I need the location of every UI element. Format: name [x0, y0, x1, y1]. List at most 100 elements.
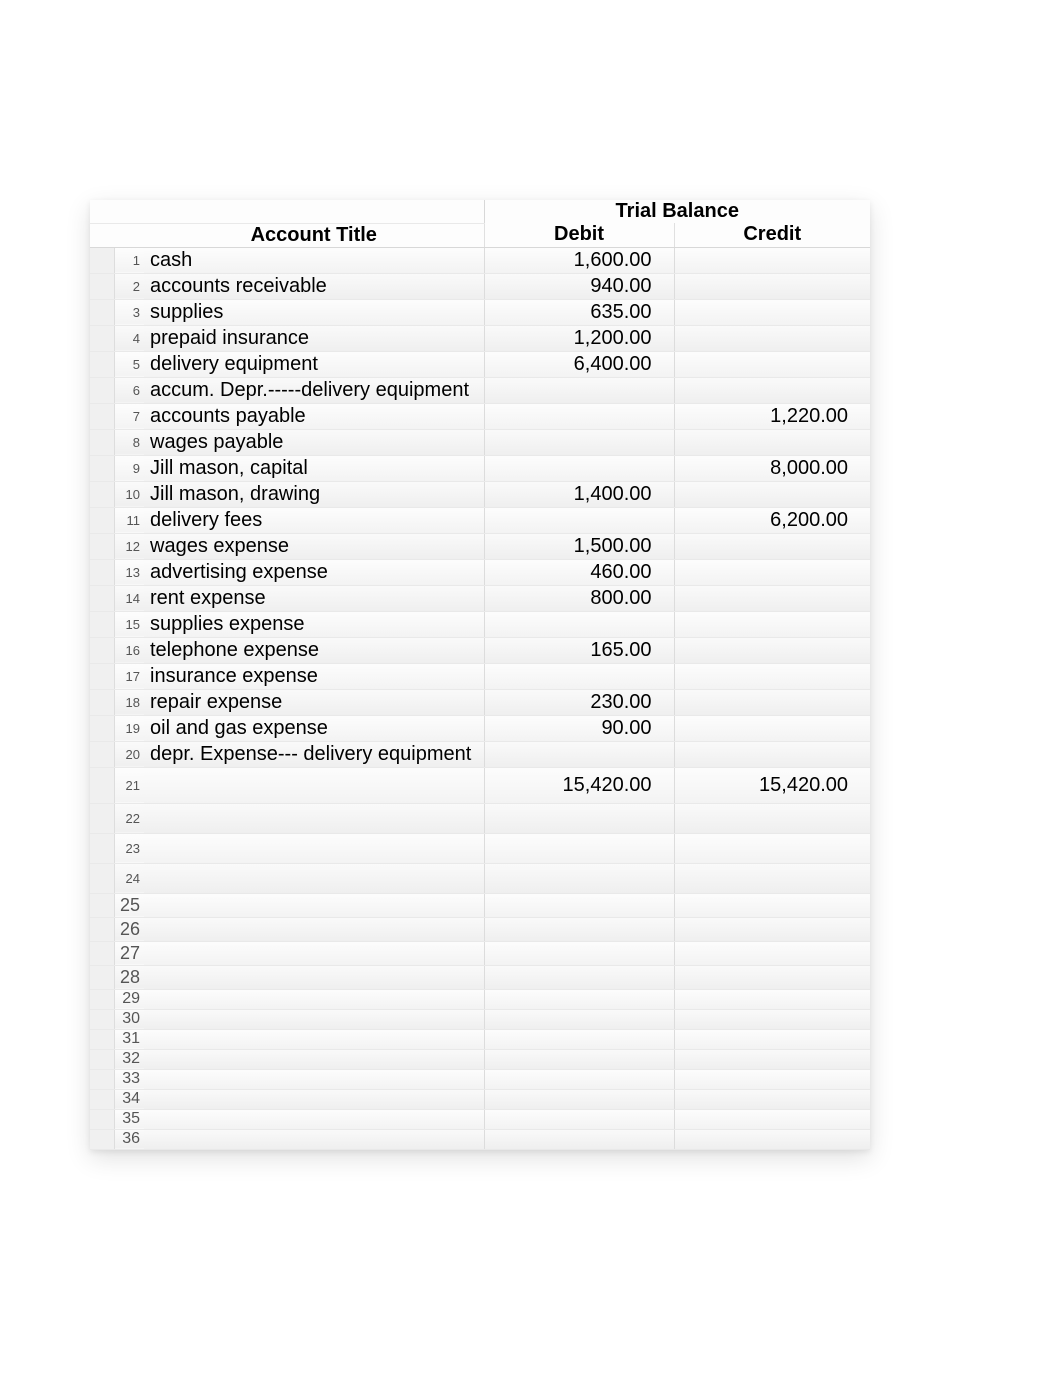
credit-cell [674, 481, 870, 507]
credit-cell [674, 377, 870, 403]
debit-cell: 1,400.00 [484, 481, 674, 507]
table-row: 29 [90, 989, 870, 1009]
account-title-cell: advertising expense [144, 559, 484, 585]
table-row: 36 [90, 1129, 870, 1149]
debit-cell: 1,200.00 [484, 325, 674, 351]
table-row: 10Jill mason, drawing1,400.00 [90, 481, 870, 507]
row-check [90, 833, 114, 863]
table-row: 5delivery equipment6,400.00 [90, 351, 870, 377]
row-check [90, 965, 114, 989]
row-number: 20 [114, 741, 144, 767]
row-number: 27 [114, 941, 144, 965]
debit-cell [484, 611, 674, 637]
credit-cell [674, 833, 870, 863]
row-number: 8 [114, 429, 144, 455]
account-title-cell [144, 893, 484, 917]
row-check [90, 689, 114, 715]
debit-cell [484, 863, 674, 893]
account-title-cell [144, 989, 484, 1009]
debit-cell [484, 965, 674, 989]
row-check [90, 403, 114, 429]
header-blank [90, 200, 114, 223]
account-title-cell: repair expense [144, 689, 484, 715]
header-blank [90, 223, 114, 247]
row-number: 24 [114, 863, 144, 893]
row-number: 25 [114, 893, 144, 917]
row-number: 17 [114, 663, 144, 689]
row-check [90, 273, 114, 299]
header-account-title: Account Title [144, 223, 484, 247]
credit-cell [674, 533, 870, 559]
row-check [90, 1069, 114, 1089]
row-check [90, 533, 114, 559]
row-check [90, 989, 114, 1009]
credit-cell [674, 247, 870, 273]
table-row: 22 [90, 803, 870, 833]
account-title-cell: depr. Expense--- delivery equipment [144, 741, 484, 767]
account-title-cell: delivery fees [144, 507, 484, 533]
row-check [90, 1089, 114, 1109]
row-number: 36 [114, 1129, 144, 1149]
row-number: 15 [114, 611, 144, 637]
table-row: 35 [90, 1109, 870, 1129]
trial-balance-table: Trial Balance Account Title Debit Credit… [90, 200, 870, 1150]
row-number: 13 [114, 559, 144, 585]
debit-cell [484, 833, 674, 863]
credit-cell [674, 637, 870, 663]
row-check [90, 663, 114, 689]
account-title-cell: supplies [144, 299, 484, 325]
credit-cell [674, 965, 870, 989]
table-row: 23 [90, 833, 870, 863]
credit-cell [674, 893, 870, 917]
account-title-cell: delivery equipment [144, 351, 484, 377]
header-blank [144, 200, 484, 223]
debit-cell [484, 893, 674, 917]
debit-cell [484, 741, 674, 767]
account-title-cell: accounts payable [144, 403, 484, 429]
debit-cell: 800.00 [484, 585, 674, 611]
debit-cell [484, 941, 674, 965]
row-number: 18 [114, 689, 144, 715]
row-number: 4 [114, 325, 144, 351]
debit-cell [484, 455, 674, 481]
table-row: 33 [90, 1069, 870, 1089]
table-row: 13advertising expense460.00 [90, 559, 870, 585]
row-check [90, 715, 114, 741]
credit-cell: 6,200.00 [674, 507, 870, 533]
row-check [90, 893, 114, 917]
debit-cell [484, 377, 674, 403]
table-row: 18repair expense230.00 [90, 689, 870, 715]
account-title-cell: telephone expense [144, 637, 484, 663]
row-number: 6 [114, 377, 144, 403]
row-number: 12 [114, 533, 144, 559]
row-check [90, 863, 114, 893]
credit-total-cell: 15,420.00 [674, 767, 870, 803]
table-row: 19oil and gas expense90.00 [90, 715, 870, 741]
account-title-cell [144, 941, 484, 965]
row-check [90, 767, 114, 803]
row-number: 22 [114, 803, 144, 833]
account-title-cell [144, 1029, 484, 1049]
row-number: 5 [114, 351, 144, 377]
account-title-cell: Jill mason, drawing [144, 481, 484, 507]
account-title-cell [144, 965, 484, 989]
debit-cell [484, 1109, 674, 1129]
table-row: 32 [90, 1049, 870, 1069]
account-title-cell [144, 767, 484, 803]
debit-cell [484, 1089, 674, 1109]
account-title-cell [144, 1009, 484, 1029]
row-number: 33 [114, 1069, 144, 1089]
credit-cell [674, 429, 870, 455]
account-title-cell [144, 863, 484, 893]
account-title-cell [144, 1129, 484, 1149]
row-number: 7 [114, 403, 144, 429]
debit-total-cell: 15,420.00 [484, 767, 674, 803]
debit-cell [484, 989, 674, 1009]
credit-cell [674, 917, 870, 941]
account-title-cell: oil and gas expense [144, 715, 484, 741]
table-row: 4prepaid insurance1,200.00 [90, 325, 870, 351]
credit-cell [674, 863, 870, 893]
table-row: 2accounts receivable940.00 [90, 273, 870, 299]
debit-cell: 230.00 [484, 689, 674, 715]
debit-cell: 635.00 [484, 299, 674, 325]
